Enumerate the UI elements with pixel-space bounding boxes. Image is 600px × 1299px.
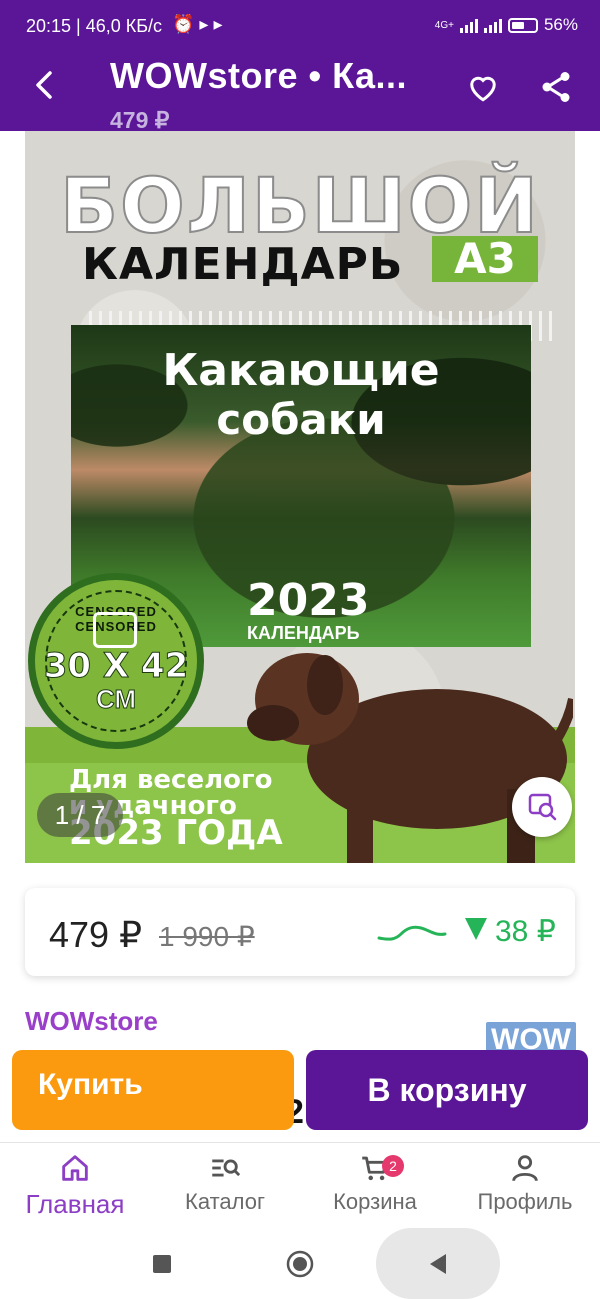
expand-icon — [93, 612, 137, 648]
image-search-button[interactable] — [512, 777, 572, 837]
share-icon[interactable] — [538, 69, 574, 105]
current-price: 479 ₽ — [49, 914, 142, 955]
status-time: 20:15 | 46,0 КБ/с — [26, 16, 163, 36]
app-bar: WOWstore • Ка... 479 ₽ — [0, 45, 600, 133]
size-badge: CENSORED CENSORED 30 X 42 СМ — [28, 573, 204, 749]
system-navigation-bar — [0, 1228, 600, 1299]
calendar-title-line1: Какающие — [162, 345, 440, 396]
favorite-heart-icon[interactable] — [465, 69, 501, 105]
battery-level: 56% — [543, 15, 578, 34]
home-icon — [62, 1155, 88, 1181]
network-type-label: 4G+ — [434, 19, 454, 31]
price-delta: 38 ₽ — [495, 915, 556, 948]
buy-button[interactable]: Купить — [12, 1050, 294, 1130]
tab-cart-label: Корзина — [333, 1189, 417, 1214]
price-down-icon — [465, 918, 487, 940]
status-notification-icons: ⏰ ▸ ▸ — [172, 14, 223, 34]
bottom-tab-bar: Главная Каталог 2 Корзина Профиль — [0, 1142, 600, 1228]
status-right-group: 4G+ 56% — [435, 15, 578, 35]
tab-catalog-label: Каталог — [185, 1189, 265, 1214]
badge-unit: СМ — [95, 684, 137, 715]
seller-name[interactable]: WOWstore — [25, 1006, 158, 1037]
home-circle-icon[interactable] — [286, 1250, 314, 1278]
format-label: А3 — [432, 236, 538, 282]
image-search-icon — [528, 793, 557, 821]
image-counter: 1 / 7 — [37, 793, 123, 837]
back-arrow-icon[interactable] — [26, 67, 62, 103]
price-card[interactable]: 479 ₽ 1 990 ₽ 38 ₽ — [25, 888, 575, 976]
battery-icon — [507, 17, 538, 33]
status-bar: 20:15 | 46,0 КБ/с ⏰ ▸ ▸ 4G+ 56% — [0, 0, 600, 50]
back-triangle-icon[interactable] — [426, 1252, 448, 1276]
tab-home[interactable]: Главная — [0, 1151, 150, 1220]
image-subhead: КАЛЕНДАРЬ — [82, 239, 404, 290]
cart-count-badge: 2 — [382, 1155, 404, 1177]
calendar-title-line2: собаки — [216, 395, 386, 444]
calendar-year: 2023 — [247, 575, 370, 626]
appbar-price: 479 ₽ — [110, 107, 170, 133]
badge-size: 30 X 42 — [43, 646, 189, 687]
page-title: WOWstore • Ка... — [110, 55, 408, 96]
tab-catalog[interactable]: Каталог — [150, 1151, 300, 1215]
tab-profile-label: Профиль — [477, 1189, 573, 1214]
tab-cart[interactable]: 2 Корзина — [300, 1151, 450, 1215]
signal-icon-2 — [483, 17, 502, 33]
signal-icon — [459, 17, 478, 33]
profile-icon — [512, 1155, 538, 1182]
tab-profile[interactable]: Профиль — [450, 1151, 600, 1215]
old-price: 1 990 ₽ — [159, 921, 255, 952]
catalog-search-icon — [212, 1159, 241, 1177]
recents-square-icon[interactable] — [152, 1254, 172, 1274]
add-to-cart-button[interactable]: В корзину — [306, 1050, 588, 1130]
product-image-gallery[interactable]: БОЛЬШОЙ КАЛЕНДАРЬ А3 Какающие собаки 202… — [25, 131, 575, 863]
price-trend-sparkline — [377, 925, 447, 941]
tab-home-label: Главная — [25, 1189, 125, 1219]
